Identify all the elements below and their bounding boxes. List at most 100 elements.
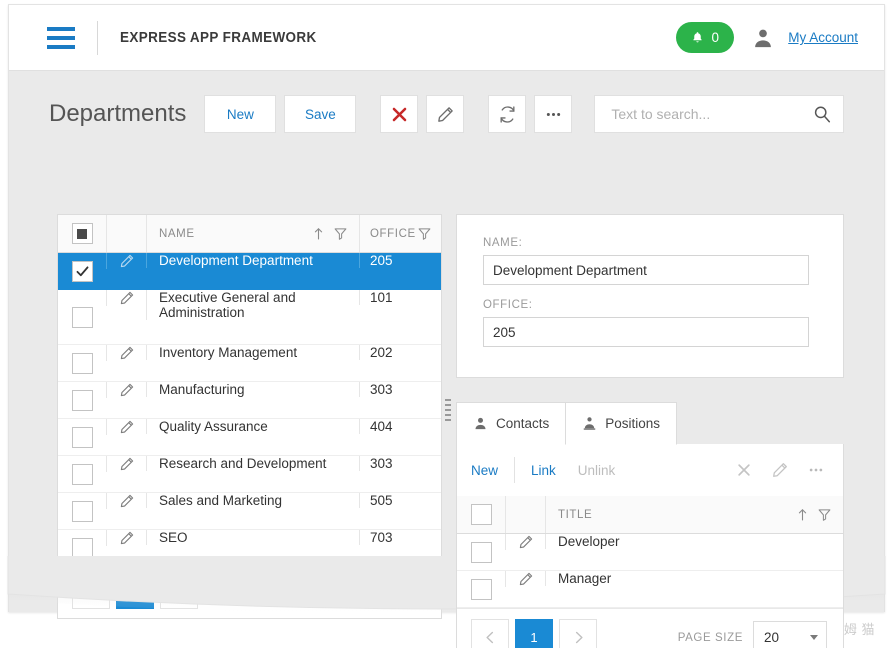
row-checkbox[interactable] xyxy=(471,579,492,600)
row-select-cell[interactable] xyxy=(58,382,106,418)
row-select-cell[interactable] xyxy=(58,345,106,381)
row-select-cell[interactable] xyxy=(58,493,106,529)
office-field[interactable] xyxy=(483,317,809,347)
prev-page-button[interactable] xyxy=(72,571,110,609)
positions-page-size-select[interactable]: 20 xyxy=(753,621,827,648)
page-size-select[interactable]: 20 xyxy=(351,573,425,606)
tab-contacts[interactable]: Contacts xyxy=(456,402,566,445)
filter-icon[interactable] xyxy=(418,227,431,240)
pencil-icon[interactable] xyxy=(119,493,135,509)
pencil-icon[interactable] xyxy=(119,290,135,306)
pencil-icon[interactable] xyxy=(119,382,135,398)
positions-page-1-button[interactable]: 1 xyxy=(515,619,553,648)
my-account-link[interactable]: My Account xyxy=(788,30,858,45)
delete-button[interactable] xyxy=(380,95,418,133)
pencil-icon[interactable] xyxy=(119,456,135,472)
toolbar-divider xyxy=(514,457,515,483)
title-column-label: TITLE xyxy=(558,509,592,521)
detail-column: NAME: OFFICE: Contacts xyxy=(456,214,844,648)
edit-button[interactable] xyxy=(426,95,464,133)
row-edit-cell[interactable] xyxy=(106,290,146,306)
positions-grid-header: TITLE xyxy=(457,496,843,534)
table-row[interactable]: Inventory Management202 xyxy=(58,345,441,382)
sort-asc-icon[interactable] xyxy=(313,227,324,240)
positions-select-all-checkbox[interactable] xyxy=(471,504,492,525)
pencil-icon[interactable] xyxy=(119,345,135,361)
name-column-label: NAME xyxy=(159,228,195,240)
row-checkbox[interactable] xyxy=(72,261,93,282)
positions-link-button[interactable]: Link xyxy=(531,463,556,478)
row-checkbox[interactable] xyxy=(72,307,93,328)
search-input[interactable] xyxy=(609,105,811,123)
search-box[interactable] xyxy=(594,95,844,133)
table-row[interactable]: Development Department205 xyxy=(58,253,441,290)
row-edit-cell[interactable] xyxy=(106,345,146,361)
row-select-cell[interactable] xyxy=(457,534,505,570)
row-checkbox[interactable] xyxy=(72,427,93,448)
pencil-icon[interactable] xyxy=(119,419,135,435)
row-edit-cell[interactable] xyxy=(106,253,146,269)
row-checkbox[interactable] xyxy=(72,390,93,411)
row-select-cell[interactable] xyxy=(457,571,505,607)
row-edit-cell[interactable] xyxy=(106,419,146,435)
positions-prev-page-button[interactable] xyxy=(471,619,509,648)
table-row[interactable]: Executive General and Administration101 xyxy=(58,290,441,345)
more-options-button[interactable] xyxy=(534,95,572,133)
new-button[interactable]: New xyxy=(204,95,276,133)
panel-splitter[interactable] xyxy=(443,214,453,619)
name-column-header[interactable]: NAME xyxy=(146,215,359,252)
row-edit-cell[interactable] xyxy=(505,534,545,550)
table-row[interactable]: Sales and Marketing505 xyxy=(58,493,441,530)
close-x-icon xyxy=(735,461,753,479)
pencil-icon[interactable] xyxy=(518,571,534,587)
search-icon[interactable] xyxy=(811,103,833,125)
row-edit-cell[interactable] xyxy=(106,382,146,398)
name-field[interactable] xyxy=(483,255,809,285)
table-row[interactable]: Manufacturing303 xyxy=(58,382,441,419)
notifications-button[interactable]: 0 xyxy=(676,22,734,53)
row-select-cell[interactable] xyxy=(58,456,106,492)
pencil-icon[interactable] xyxy=(518,534,534,550)
refresh-button[interactable] xyxy=(488,95,526,133)
filter-icon[interactable] xyxy=(818,508,831,521)
positions-new-button[interactable]: New xyxy=(471,463,498,478)
positions-select-all-cell[interactable] xyxy=(457,504,505,525)
row-checkbox[interactable] xyxy=(471,542,492,563)
row-checkbox[interactable] xyxy=(72,538,93,559)
positions-next-page-button[interactable] xyxy=(559,619,597,648)
office-column-header[interactable]: OFFICE xyxy=(359,215,441,252)
row-select-cell[interactable] xyxy=(58,290,106,344)
table-row[interactable]: Research and Development303 xyxy=(58,456,441,493)
pencil-icon[interactable] xyxy=(119,530,135,546)
row-edit-cell[interactable] xyxy=(505,571,545,587)
page-1-button[interactable]: 1 xyxy=(116,571,154,609)
row-checkbox[interactable] xyxy=(72,464,93,485)
positions-grid-body: DeveloperManager xyxy=(457,534,843,608)
positions-pager: 1 PAGE SIZE 20 xyxy=(457,608,843,648)
row-select-cell[interactable] xyxy=(58,419,106,455)
filter-icon[interactable] xyxy=(334,227,347,240)
chevron-left-icon xyxy=(484,631,497,644)
office-column-label: OFFICE xyxy=(370,228,416,240)
tab-positions[interactable]: Positions xyxy=(565,402,677,445)
table-row[interactable]: Developer xyxy=(457,534,843,571)
save-button[interactable]: Save xyxy=(284,95,356,133)
row-edit-cell[interactable] xyxy=(106,493,146,509)
title-column-header[interactable]: TITLE xyxy=(545,496,843,533)
table-row[interactable]: Quality Assurance404 xyxy=(58,419,441,456)
sort-asc-icon[interactable] xyxy=(797,508,808,521)
next-page-button[interactable] xyxy=(160,571,198,609)
hamburger-menu-icon[interactable] xyxy=(47,27,75,49)
pencil-icon[interactable] xyxy=(119,253,135,269)
user-avatar-icon[interactable] xyxy=(752,26,774,50)
row-select-cell[interactable] xyxy=(58,530,106,560)
select-all-checkbox[interactable] xyxy=(72,223,93,244)
select-all-cell[interactable] xyxy=(58,223,106,244)
table-row[interactable]: Manager xyxy=(457,571,843,608)
row-checkbox[interactable] xyxy=(72,353,93,374)
row-checkbox[interactable] xyxy=(72,501,93,522)
row-edit-cell[interactable] xyxy=(106,530,146,546)
row-select-cell[interactable] xyxy=(58,253,106,289)
table-row[interactable]: SEO703 xyxy=(58,530,441,560)
row-edit-cell[interactable] xyxy=(106,456,146,472)
